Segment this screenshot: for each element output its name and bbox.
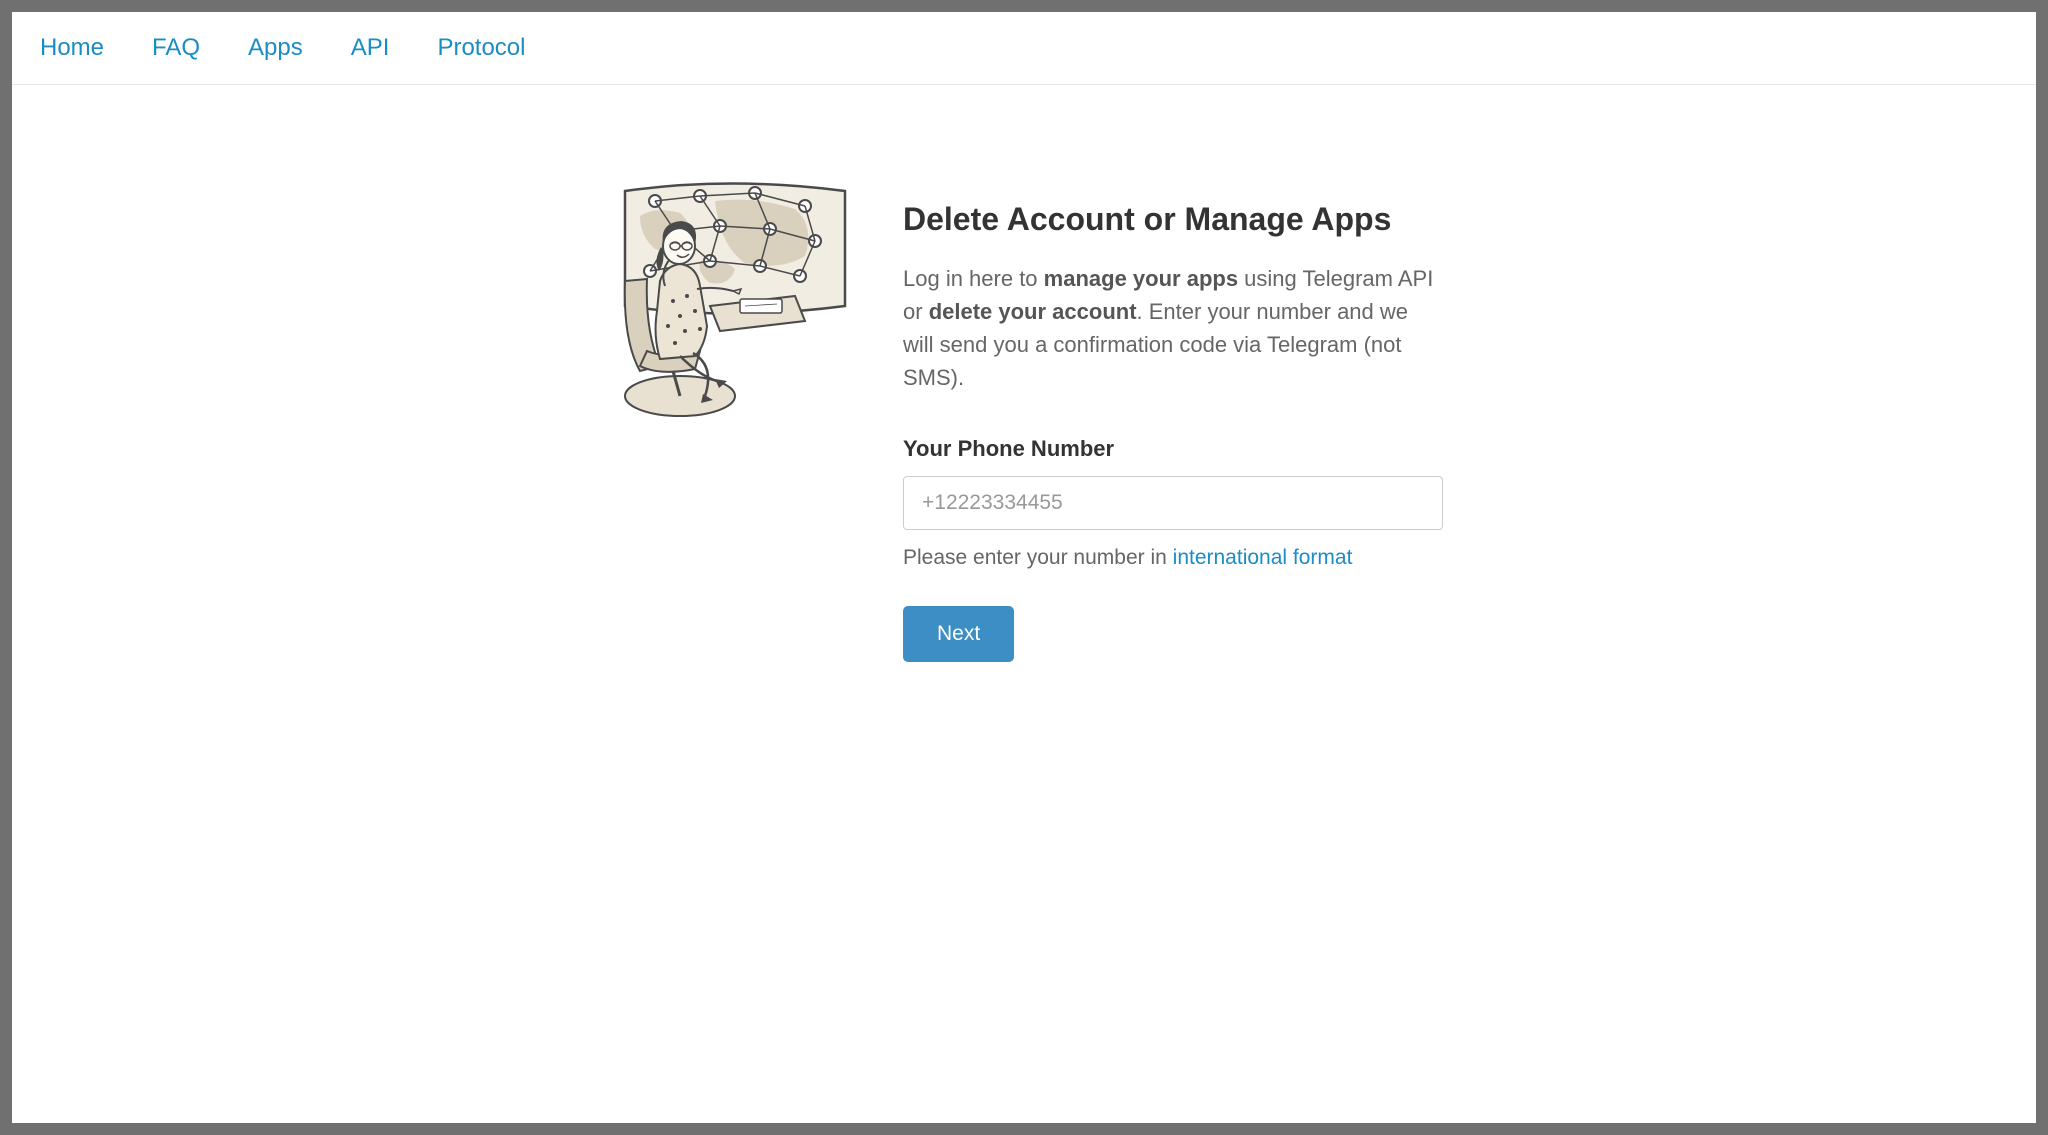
nav-home[interactable]: Home — [40, 34, 104, 62]
nav-api[interactable]: API — [351, 34, 390, 62]
nav-protocol[interactable]: Protocol — [437, 34, 525, 62]
phone-label: Your Phone Number — [903, 436, 1443, 462]
next-button[interactable]: Next — [903, 606, 1014, 662]
form-section: Delete Account or Manage Apps Log in her… — [903, 165, 1443, 1123]
main-content: Delete Account or Manage Apps Log in her… — [12, 85, 2036, 1123]
nav-faq[interactable]: FAQ — [152, 34, 200, 62]
phone-helper-text: Please enter your number in internationa… — [903, 546, 1443, 570]
illustration — [605, 165, 855, 1123]
page-title: Delete Account or Manage Apps — [903, 201, 1443, 238]
page-description: Log in here to manage your apps using Te… — [903, 262, 1443, 394]
helper-text-part: Please enter your number in — [903, 546, 1173, 569]
telegram-illustration-icon — [605, 171, 855, 421]
desc-bold-2: delete your account — [929, 299, 1137, 324]
desc-text-1: Log in here to — [903, 266, 1044, 291]
top-nav: Home FAQ Apps API Protocol — [12, 12, 2036, 85]
international-format-link[interactable]: international format — [1173, 546, 1353, 569]
nav-apps[interactable]: Apps — [248, 34, 303, 62]
desc-bold-1: manage your apps — [1044, 266, 1238, 291]
phone-input[interactable] — [903, 476, 1443, 530]
